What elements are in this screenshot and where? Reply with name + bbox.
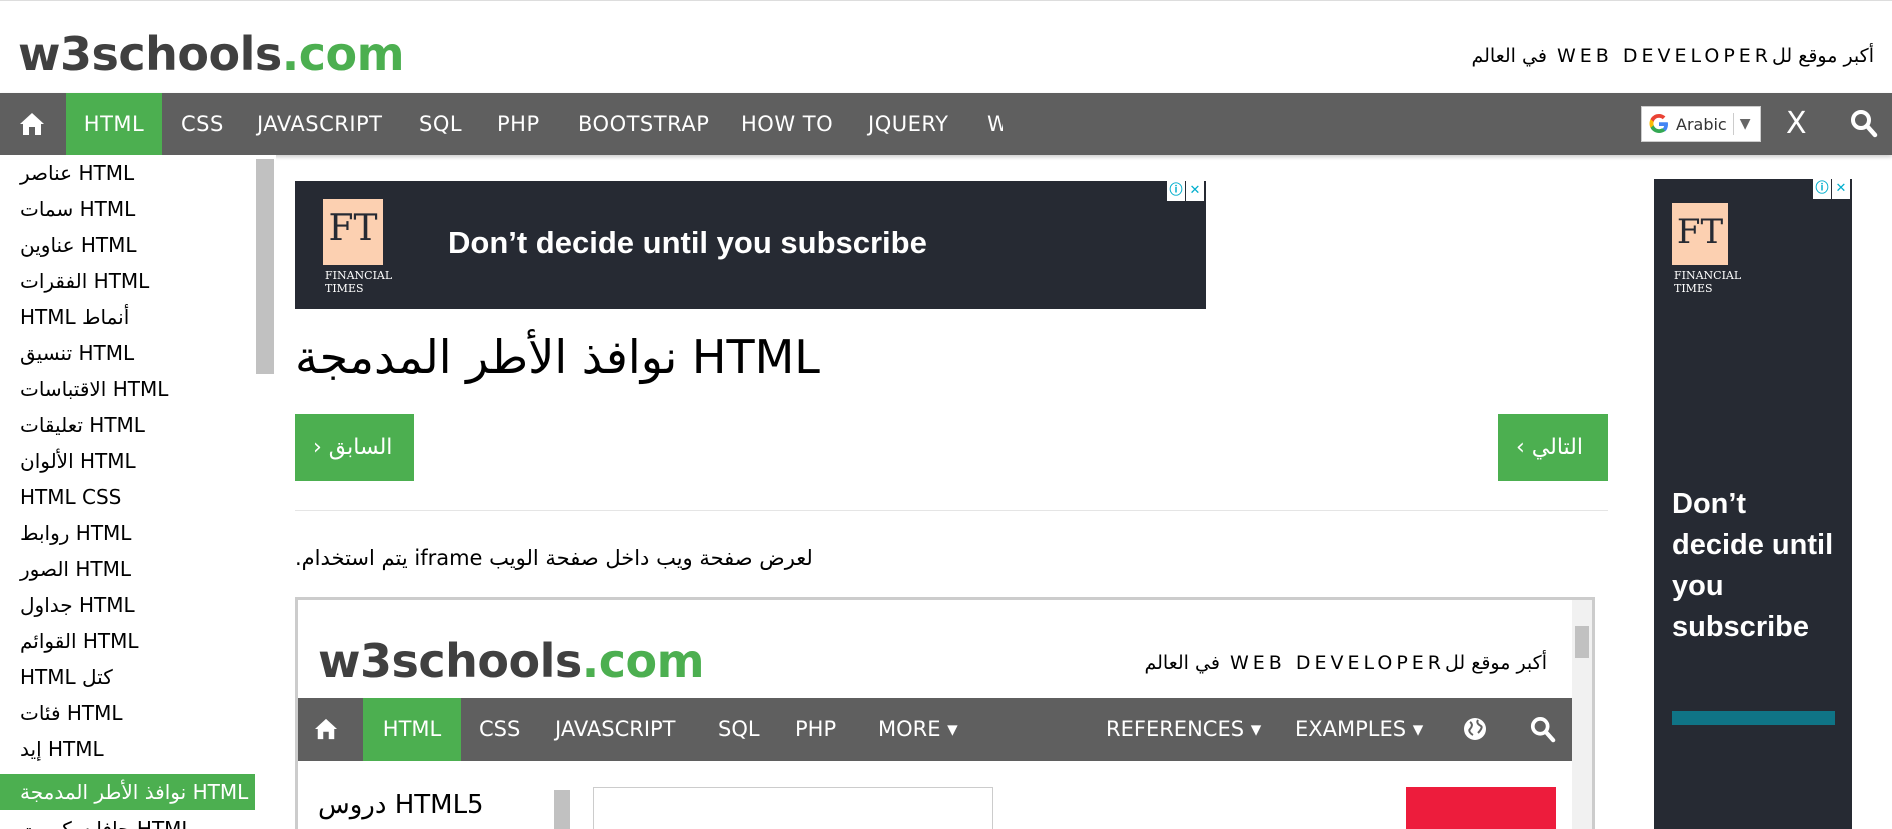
iframe-nav-html[interactable]: HTML [363, 698, 461, 761]
nav-css[interactable]: CSS [181, 93, 224, 155]
iframe-example[interactable]: w3schools.com أكبر موقع للWEB DEVELOPER … [295, 597, 1595, 829]
nav-jquery[interactable]: JQUERY [868, 93, 948, 155]
sidebar-item[interactable]: HTML الألوان [0, 443, 255, 479]
google-translate-select[interactable]: Arabic ▼ [1641, 106, 1761, 142]
sidebar-item[interactable]: كتل HTML [0, 659, 255, 695]
translate-divider [1732, 113, 1734, 135]
iframe-search-icon[interactable] [1530, 716, 1556, 748]
iframe-nav-javascript[interactable]: JAVASCRIPT [555, 698, 676, 761]
dropdown-arrow-icon: ▼ [1739, 116, 1751, 132]
ft-brand-text: FINANCIAL TIMES [1674, 269, 1742, 295]
home-icon [20, 113, 44, 135]
nav-sql[interactable]: SQL [419, 93, 462, 155]
intro-text: لعرض صفحة ويب داخل صفحة الويب iframe يتم… [295, 546, 813, 570]
google-g-icon [1649, 114, 1668, 133]
ad-controls: ⓘ ✕ [1167, 181, 1204, 201]
nav-how-to[interactable]: HOW TO [741, 93, 833, 155]
iframe-ad-red[interactable] [1406, 787, 1556, 829]
iframe-globe-icon[interactable] [1462, 716, 1488, 746]
sidebar-item-active[interactable]: HTML نوافذ الأطر المدمجة [0, 774, 255, 810]
w3schools-logo[interactable]: w3schools.com [18, 24, 405, 84]
sidebar-item[interactable]: HTML جداول [0, 587, 255, 623]
iframe-nav-php[interactable]: PHP [795, 698, 836, 761]
side-ad-headline: Don’t decide until you subscribe [1672, 488, 1834, 643]
page-title: HTML نوافذ الأطر المدمجة [295, 330, 820, 384]
ad-close-icon[interactable]: ✕ [1832, 179, 1850, 199]
iframe-sidebar-scrollbar[interactable] [554, 790, 570, 829]
sidebar-item[interactable]: HTML عناصر [0, 155, 255, 191]
next-button[interactable]: ‹ التالي [1498, 414, 1608, 481]
sidebar-item[interactable]: HTML الصور [0, 551, 255, 587]
sidebar-item[interactable]: HTML تعليقات [0, 407, 255, 443]
iframe-nav-more[interactable]: MORE ▾ [878, 698, 958, 761]
iframe-ad[interactable] [593, 787, 993, 829]
side-ad-accent-bar [1672, 711, 1835, 725]
nav-html[interactable]: HTML [66, 93, 162, 155]
ft-logo: FT [323, 199, 383, 265]
iframe-scroll-thumb[interactable] [1575, 626, 1589, 658]
nav-javascript[interactable]: JAVASCRIPT [257, 93, 383, 155]
iframe-nav-css[interactable]: CSS [479, 698, 520, 761]
ad-headline: Don’t decide until you subscribe [448, 225, 927, 260]
logo-main: w3schools [18, 27, 282, 81]
sidebar-item[interactable]: HTML عناوين [0, 227, 255, 263]
nav-php[interactable]: PHP [497, 93, 540, 155]
iframe-sidebar-title: HTML5 دروس [318, 790, 484, 820]
ad-close-icon[interactable]: ✕ [1186, 181, 1204, 201]
sidebar-item[interactable]: HTML فئات [0, 695, 255, 731]
divider [295, 510, 1608, 511]
sidebar-item[interactable]: أنماط HTML [0, 299, 255, 335]
ad-info-icon[interactable]: ⓘ [1167, 181, 1185, 201]
translate-language: Arabic [1676, 114, 1727, 134]
ft-logo: FT [1672, 203, 1728, 265]
iframe-navbar: HTML CSS JAVASCRIPT SQL PHP MORE ▾ REFER… [298, 698, 1574, 761]
sidebar-item[interactable]: HTML سمات [0, 191, 255, 227]
sidebar-item[interactable]: HTML الفقرات [0, 263, 255, 299]
iframe-tagline: أكبر موقع للWEB DEVELOPER في العالم [1144, 652, 1547, 674]
ft-brand-text: FINANCIAL TIMES [325, 269, 393, 295]
search-button[interactable] [1850, 109, 1878, 143]
iframe-nav-references[interactable]: REFERENCES ▾ [1106, 698, 1261, 761]
sidebar-item[interactable]: HTML جافا سكريبت [0, 811, 255, 829]
ad-info-icon[interactable]: ⓘ [1813, 179, 1831, 199]
nav-w-truncated[interactable]: W [987, 93, 1003, 155]
home-button[interactable] [0, 93, 64, 155]
ad-banner[interactable]: FT FINANCIAL TIMES Don’t decide until you… [295, 181, 1206, 309]
side-ad[interactable]: FT FINANCIAL TIMES ⓘ ✕ Don’t decide until… [1654, 179, 1852, 829]
sidebar-item[interactable]: HTML CSS [0, 479, 255, 515]
iframe-home-icon[interactable] [314, 718, 338, 744]
iframe-logo[interactable]: w3schools.com [318, 634, 705, 688]
top-border [0, 0, 1892, 1]
site-tagline: أكبر موقع للWEB DEVELOPER في العالم [1471, 45, 1874, 67]
sidebar-item[interactable]: HTML تنسيق [0, 335, 255, 371]
sidebar-item[interactable]: HTML القوائم [0, 623, 255, 659]
top-navbar: HTML CSS JAVASCRIPT SQL PHP BOOTSTRAP HO… [0, 93, 1892, 155]
nav-bootstrap[interactable]: BOOTSTRAP [578, 93, 709, 155]
search-icon [1851, 110, 1878, 138]
sidebar-scrollbar[interactable] [256, 159, 274, 374]
iframe-nav-sql[interactable]: SQL [718, 698, 760, 761]
iframe-scrollbar[interactable] [1572, 600, 1592, 829]
ad-controls: ⓘ ✕ [1813, 179, 1850, 199]
x-social-icon[interactable]: X [1786, 93, 1807, 155]
left-sidebar: HTML عناصر HTML سمات HTML عناوين HTML ال… [0, 155, 276, 829]
iframe-nav-examples[interactable]: EXAMPLES ▾ [1295, 698, 1423, 761]
sidebar-item[interactable]: HTML إيد [0, 731, 255, 767]
sidebar-item[interactable]: HTML روابط [0, 515, 255, 551]
sidebar-item[interactable]: HTML الاقتباسات [0, 371, 255, 407]
logo-dot: .com [281, 27, 405, 81]
previous-button[interactable]: › السابق [295, 414, 414, 481]
